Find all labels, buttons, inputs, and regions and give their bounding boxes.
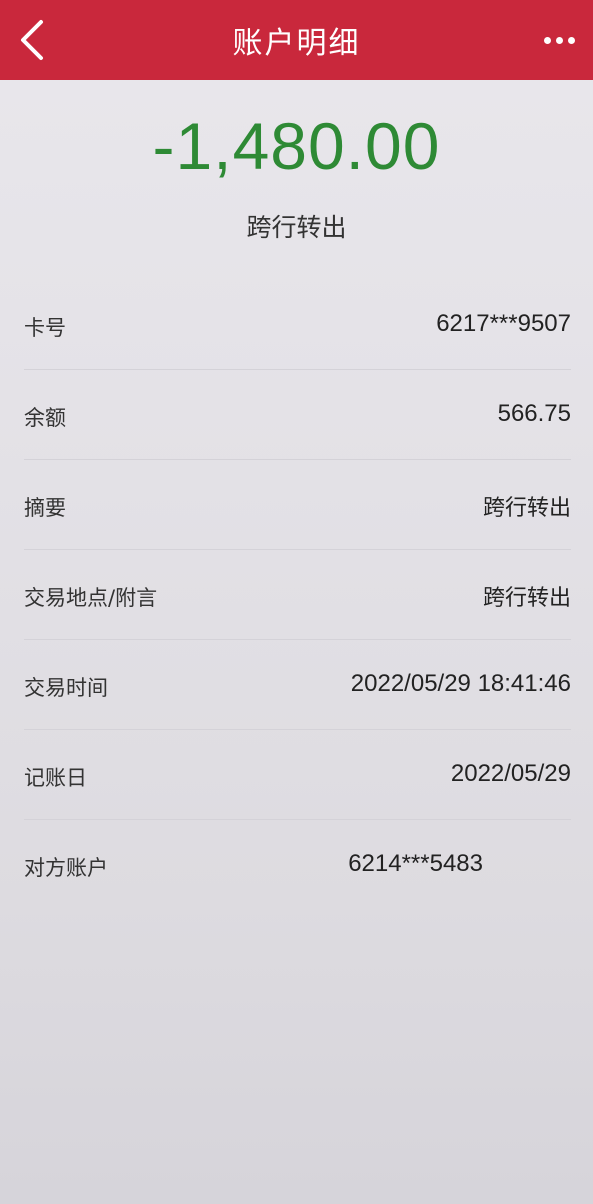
detail-label: 记账日 <box>24 766 87 790</box>
chevron-left-icon <box>21 20 43 60</box>
detail-label: 对方账户 <box>24 856 108 880</box>
account-detail-screen: 账户明细 -1,480.00 跨行转出 卡号 6217***9507 余额 56… <box>0 0 593 1204</box>
detail-row-summary: 摘要 跨行转出 <box>0 460 593 550</box>
detail-label: 余额 <box>24 406 66 430</box>
detail-value: 2022/05/29 <box>450 760 571 787</box>
detail-label: 交易时间 <box>24 676 108 700</box>
detail-row-counterparty-account: 对方账户 6214***5483 <box>0 820 593 910</box>
detail-label: 摘要 <box>24 496 66 520</box>
detail-value: 2022/05/29 18:41:46 <box>350 670 571 697</box>
top-bar: 账户明细 <box>0 0 593 80</box>
detail-value: 6217***9507 <box>436 310 571 337</box>
more-options-button[interactable] <box>535 18 583 62</box>
transaction-amount: -1,480.00 <box>152 109 441 183</box>
page-title: 账户明细 <box>232 26 361 61</box>
detail-label: 卡号 <box>24 316 66 340</box>
transaction-type: 跨行转出 <box>246 213 347 242</box>
detail-value: 跨行转出 <box>482 496 571 521</box>
detail-value: 566.75 <box>497 400 571 427</box>
more-horizontal-icon <box>543 36 551 44</box>
detail-row-location-note: 交易地点/附言 跨行转出 <box>0 550 593 640</box>
detail-row-balance: 余额 566.75 <box>0 370 593 460</box>
detail-label: 交易地点/附言 <box>24 586 158 610</box>
detail-row-card-number: 卡号 6217***9507 <box>0 280 593 370</box>
detail-row-posting-date: 记账日 2022/05/29 <box>0 730 593 820</box>
detail-list: 卡号 6217***9507 余额 566.75 摘要 跨行转出 交易地点/附言… <box>0 280 593 910</box>
back-button[interactable] <box>4 8 60 72</box>
detail-value: 跨行转出 <box>482 586 571 611</box>
detail-value: 6214***5483 <box>348 850 483 877</box>
detail-row-transaction-time: 交易时间 2022/05/29 18:41:46 <box>0 640 593 730</box>
